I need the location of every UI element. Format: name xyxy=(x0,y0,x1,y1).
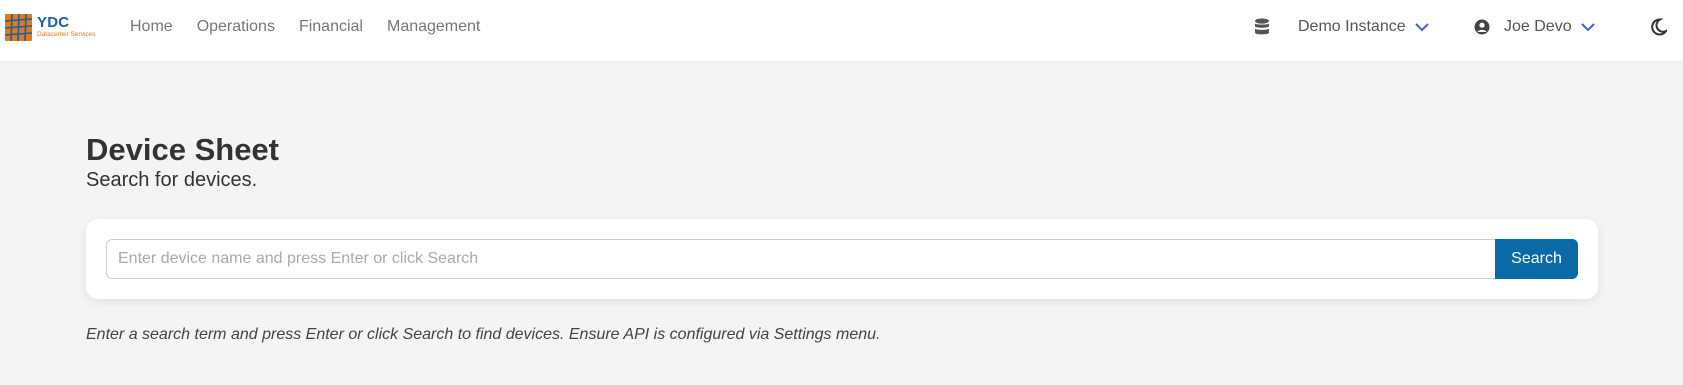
page-subtitle: Search for devices. xyxy=(86,169,258,192)
instance-dropdown[interactable]: Demo Instance xyxy=(1298,0,1430,53)
brand-name: YDC xyxy=(37,14,70,31)
top-navbar: YDC Datacenter Services Home Operations … xyxy=(0,0,1683,62)
main-nav: Home Operations Financial Management xyxy=(130,0,504,53)
logo-grid-icon xyxy=(5,14,32,41)
brand-subtitle: Datacenter Services xyxy=(37,31,96,38)
database-button[interactable] xyxy=(1254,0,1270,53)
brand-logo[interactable]: YDC Datacenter Services xyxy=(5,11,100,41)
chevron-down-icon xyxy=(1414,22,1429,31)
user-name: Joe Devo xyxy=(1504,17,1572,35)
search-input[interactable] xyxy=(106,239,1495,279)
user-dropdown[interactable]: Joe Devo xyxy=(1474,0,1596,53)
database-icon xyxy=(1255,17,1269,34)
user-circle-icon xyxy=(1474,19,1490,34)
search-group: Search xyxy=(106,239,1578,279)
page-header: Device Sheet Search for devices. xyxy=(86,132,279,192)
instance-label: Demo Instance xyxy=(1298,17,1406,35)
nav-operations[interactable]: Operations xyxy=(197,18,275,36)
page-title: Device Sheet xyxy=(86,132,279,167)
nav-home[interactable]: Home xyxy=(130,18,173,36)
chevron-down-icon xyxy=(1580,22,1595,31)
search-button[interactable]: Search xyxy=(1495,239,1578,279)
nav-management[interactable]: Management xyxy=(387,18,480,36)
moon-icon xyxy=(1651,17,1667,35)
theme-toggle-button[interactable] xyxy=(1651,0,1667,53)
search-card: Search xyxy=(86,219,1598,299)
help-text: Enter a search term and press Enter or c… xyxy=(86,326,881,343)
nav-financial[interactable]: Financial xyxy=(299,18,363,36)
